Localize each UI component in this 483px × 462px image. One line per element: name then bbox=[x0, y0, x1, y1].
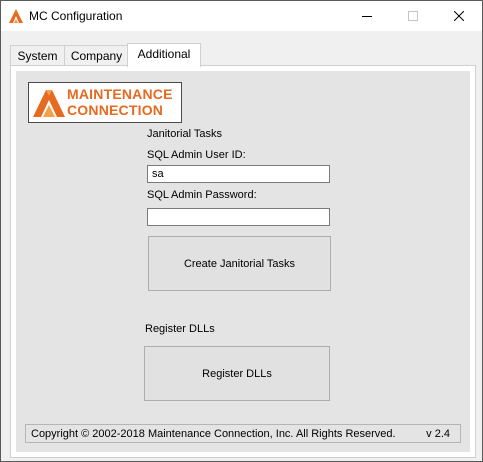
logo-mark-icon bbox=[33, 90, 65, 117]
maintenance-connection-logo: MAINTENANCE CONNECTION bbox=[28, 82, 182, 123]
logo-text-line1: MAINTENANCE bbox=[67, 86, 173, 102]
tab-additional[interactable]: Additional bbox=[127, 43, 201, 67]
copyright-status-bar: Copyright © 2002-2018 Maintenance Connec… bbox=[25, 424, 461, 443]
close-icon bbox=[454, 11, 464, 21]
register-dlls-button[interactable]: Register DLLs bbox=[144, 346, 330, 401]
sql-admin-user-id-label: SQL Admin User ID: bbox=[147, 149, 246, 161]
minimize-button[interactable] bbox=[344, 1, 390, 31]
version-text: v 2.4 bbox=[426, 428, 450, 440]
close-button[interactable] bbox=[436, 1, 482, 31]
maintenance-connection-icon bbox=[9, 9, 23, 23]
minimize-icon bbox=[362, 16, 372, 17]
copyright-text: Copyright © 2002-2018 Maintenance Connec… bbox=[31, 428, 396, 440]
panel-body: MAINTENANCE CONNECTION Janitorial Tasks … bbox=[16, 71, 470, 452]
title-bar[interactable]: MC Configuration bbox=[1, 1, 482, 31]
additional-tab-panel: MAINTENANCE CONNECTION Janitorial Tasks … bbox=[10, 65, 476, 458]
janitorial-tasks-label: Janitorial Tasks bbox=[147, 128, 222, 140]
logo-text-line2: CONNECTION bbox=[67, 102, 164, 118]
mc-configuration-window: MC Configuration System Company Addition… bbox=[0, 0, 483, 462]
sql-admin-password-label: SQL Admin Password: bbox=[147, 189, 257, 201]
maximize-icon bbox=[408, 11, 418, 21]
tab-system[interactable]: System bbox=[10, 45, 65, 66]
create-janitorial-tasks-button[interactable]: Create Janitorial Tasks bbox=[148, 236, 331, 291]
sql-admin-password-input[interactable] bbox=[147, 208, 330, 226]
tab-company[interactable]: Company bbox=[64, 45, 129, 66]
register-dlls-label: Register DLLs bbox=[145, 323, 215, 335]
window-title: MC Configuration bbox=[29, 9, 123, 23]
sql-admin-user-id-input[interactable] bbox=[147, 165, 330, 183]
maximize-button[interactable] bbox=[390, 1, 436, 31]
